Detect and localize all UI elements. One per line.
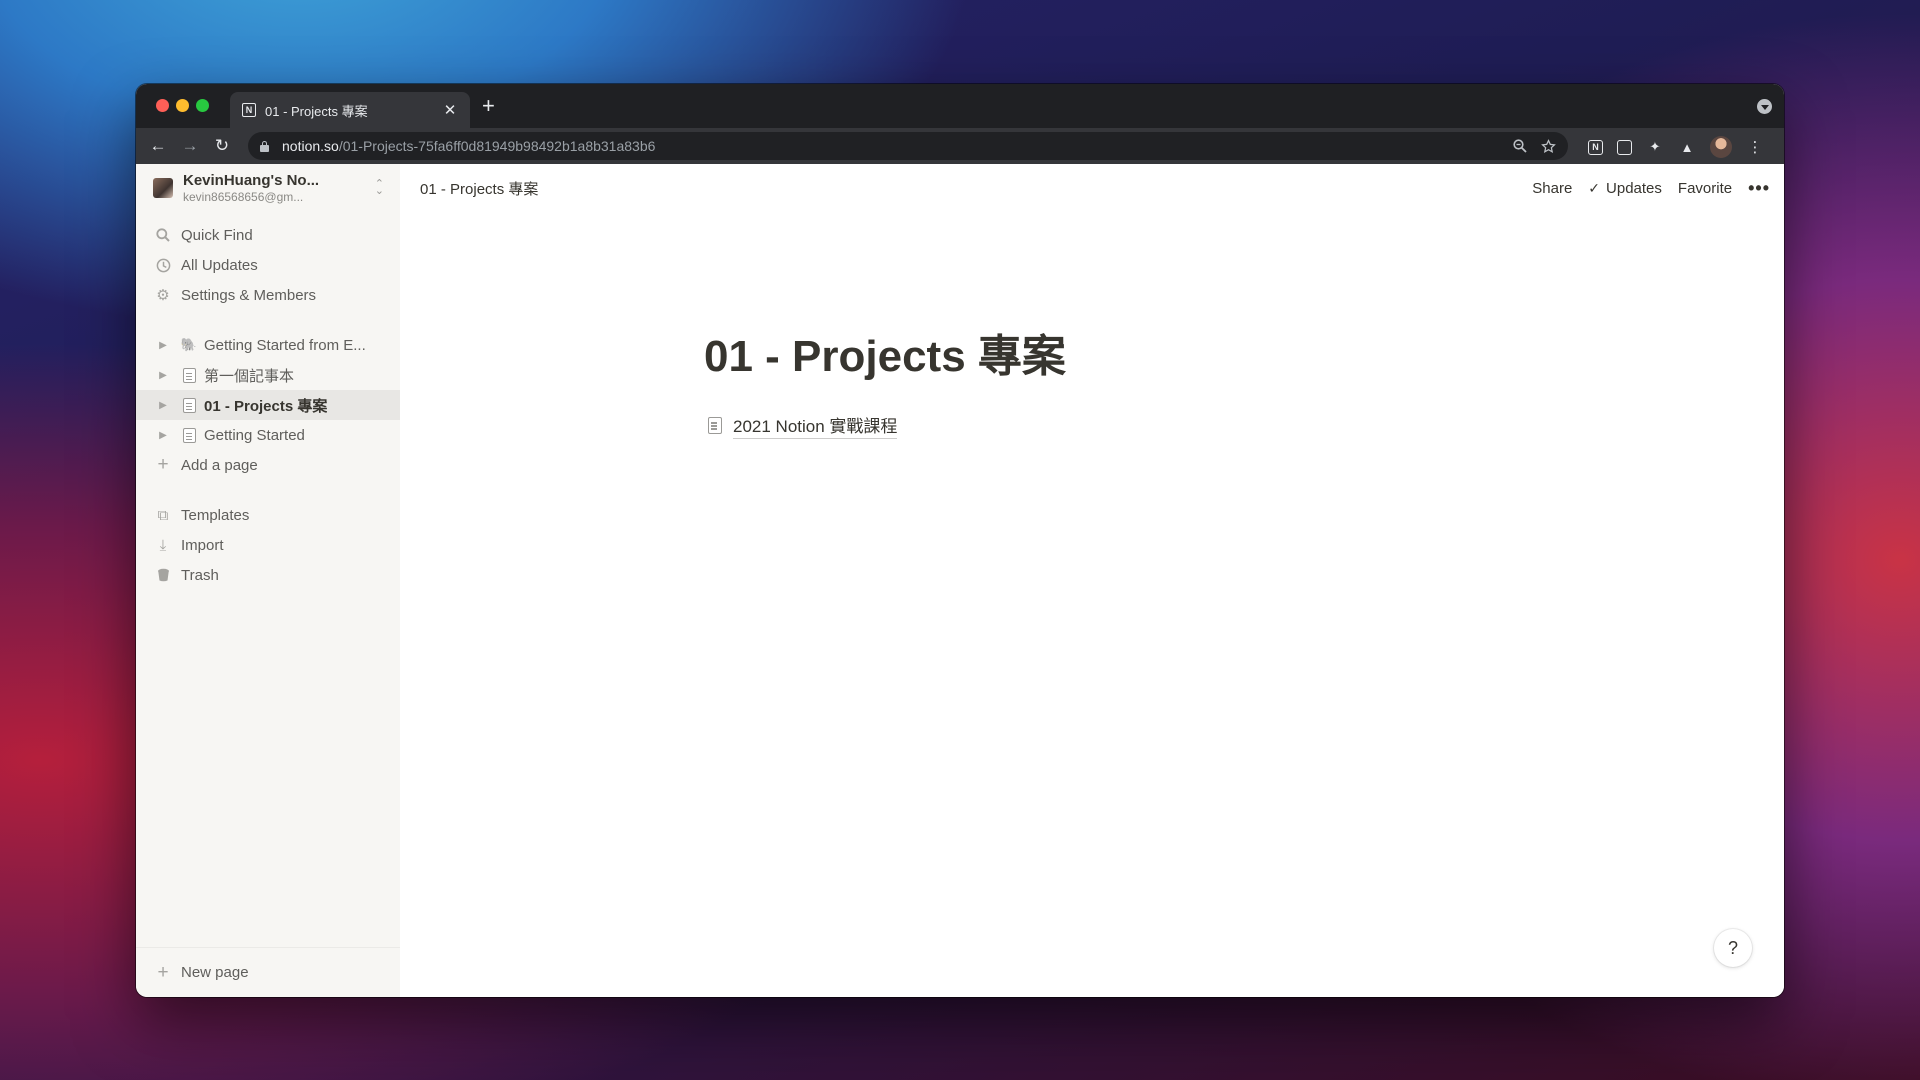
sidebar-item-label: Import <box>181 536 224 554</box>
sidebar-item-templates[interactable]: ⧉ Templates <box>136 500 400 530</box>
sidebar-item-trash[interactable]: Trash <box>136 560 400 590</box>
url-host: notion.so <box>282 138 339 154</box>
sidebar-page-projects[interactable]: ▶ 01 - Projects 專案 <box>136 390 400 420</box>
sidebar-item-all-updates[interactable]: All Updates <box>136 250 400 280</box>
sidebar-page-getting-started[interactable]: ▶ Getting Started <box>136 420 400 450</box>
page-icon <box>180 426 198 444</box>
url-path: /01-Projects-75fa6ff0d81949b98492b1a8b31… <box>338 138 656 154</box>
favorite-button[interactable]: Favorite <box>1678 180 1732 197</box>
expand-toggle-icon[interactable]: ▶ <box>156 400 170 411</box>
more-options-icon[interactable]: ••• <box>1748 178 1770 199</box>
main-content: 01 - Projects 專案 Share ✓ Updates Favorit… <box>400 164 1784 997</box>
notion-extension-icon[interactable]: N <box>1588 139 1603 155</box>
expand-toggle-icon[interactable]: ▶ <box>156 430 170 441</box>
back-button[interactable]: ← <box>148 136 168 156</box>
updates-label: Updates <box>1606 179 1662 197</box>
tab-close-icon[interactable]: ✕ <box>442 101 458 119</box>
expand-toggle-icon[interactable]: ▶ <box>156 340 170 351</box>
page-icon <box>180 396 198 414</box>
sidebar-page-getting-started-evernote[interactable]: ▶ 🐘 Getting Started from E... <box>136 330 400 360</box>
clock-icon <box>153 255 173 275</box>
page-title[interactable]: 01 - Projects 專案 <box>704 330 1404 384</box>
plus-icon: + <box>157 961 169 983</box>
sidebar-item-label: Quick Find <box>181 226 253 244</box>
page-icon <box>708 417 722 434</box>
check-icon: ✓ <box>1588 179 1601 196</box>
tab-strip: N 01 - Projects 專案 ✕ + <box>136 84 1784 128</box>
page-label: 第一個記事本 <box>204 367 295 385</box>
notion-favicon-icon: N <box>242 103 256 117</box>
add-page-button[interactable]: + Add a page <box>136 450 400 480</box>
topbar: 01 - Projects 專案 Share ✓ Updates Favorit… <box>400 164 1784 212</box>
minimize-window-button[interactable] <box>176 99 189 112</box>
lock-icon[interactable] <box>260 140 269 152</box>
browser-window: N 01 - Projects 專案 ✕ + ← → ↻ notion.so/0… <box>136 84 1784 997</box>
add-page-label: Add a page <box>181 456 258 474</box>
page-label: 01 - Projects 專案 <box>204 397 328 415</box>
gear-icon: ⚙ <box>156 287 170 304</box>
zoom-window-button[interactable] <box>196 99 209 112</box>
help-button[interactable]: ? <box>1714 929 1752 967</box>
chevron-updown-icon: ⌃ ⌄ <box>374 178 384 197</box>
sidebar-item-label: All Updates <box>181 256 258 274</box>
zoom-icon[interactable] <box>1513 139 1527 153</box>
sidebar-page-first-notebook[interactable]: ▶ 第一個記事本 <box>136 360 400 390</box>
browser-tab[interactable]: N 01 - Projects 專案 ✕ <box>230 92 470 128</box>
sidebar-item-import[interactable]: ⤓ Import <box>136 530 400 560</box>
sidebar-item-label: Trash <box>181 566 219 584</box>
web-clipper-extension-icon[interactable] <box>1617 139 1632 155</box>
reload-button[interactable]: ↻ <box>212 136 232 156</box>
workspace-name: KevinHuang's No... <box>183 172 320 189</box>
workspace-switcher[interactable]: KevinHuang's No... kevin86568656@gm... ⌃… <box>136 164 400 212</box>
new-tab-button[interactable]: + <box>482 95 495 117</box>
page-content: 01 - Projects 專案 2021 Notion 實戰課程 <box>704 330 1404 439</box>
page-label: Getting Started <box>204 426 305 444</box>
sidebar-item-label: Settings & Members <box>181 286 317 304</box>
close-window-button[interactable] <box>156 99 169 112</box>
forward-button[interactable]: → <box>180 136 200 156</box>
tab-search-icon[interactable] <box>1757 99 1772 114</box>
workspace-avatar <box>153 178 173 198</box>
page-label: Getting Started from E... <box>204 336 366 354</box>
sidebar-item-settings[interactable]: ⚙ Settings & Members <box>136 280 400 310</box>
tab-title: 01 - Projects 專案 <box>265 103 368 119</box>
new-page-button[interactable]: + New page <box>136 947 400 997</box>
notion-app: KevinHuang's No... kevin86568656@gm... ⌃… <box>136 164 1784 997</box>
elephant-icon: 🐘 <box>180 337 198 352</box>
subpage-link-row[interactable]: 2021 Notion 實戰課程 <box>704 412 1404 439</box>
templates-icon: ⧉ <box>157 506 169 524</box>
profile-avatar[interactable] <box>1710 136 1732 158</box>
breadcrumb[interactable]: 01 - Projects 專案 <box>420 178 1532 199</box>
sidebar: KevinHuang's No... kevin86568656@gm... ⌃… <box>136 164 400 997</box>
sidebar-item-quick-find[interactable]: Quick Find <box>136 220 400 250</box>
search-icon <box>153 225 173 245</box>
browser-toolbar: ← → ↻ notion.so/01-Projects-75fa6ff0d819… <box>136 128 1784 164</box>
labs-flask-icon[interactable]: ▲ <box>1678 138 1696 156</box>
page-icon <box>180 366 198 384</box>
trash-icon <box>153 565 173 585</box>
chrome-menu-icon[interactable]: ⋮ <box>1746 138 1764 156</box>
plus-icon: + <box>157 454 169 475</box>
share-button[interactable]: Share <box>1532 180 1572 197</box>
sidebar-item-label: Templates <box>181 506 250 524</box>
address-bar[interactable]: notion.so/01-Projects-75fa6ff0d81949b984… <box>248 132 1568 160</box>
updates-button[interactable]: ✓ Updates <box>1588 180 1662 197</box>
workspace-email: kevin86568656@gm... <box>183 190 304 204</box>
subpage-link[interactable]: 2021 Notion 實戰課程 <box>733 412 898 439</box>
import-icon: ⤓ <box>159 536 167 554</box>
star-icon[interactable] <box>1541 138 1556 154</box>
new-page-label: New page <box>181 964 249 981</box>
puzzle-extensions-icon[interactable]: ✦ <box>1646 138 1664 156</box>
expand-toggle-icon[interactable]: ▶ <box>156 370 170 381</box>
